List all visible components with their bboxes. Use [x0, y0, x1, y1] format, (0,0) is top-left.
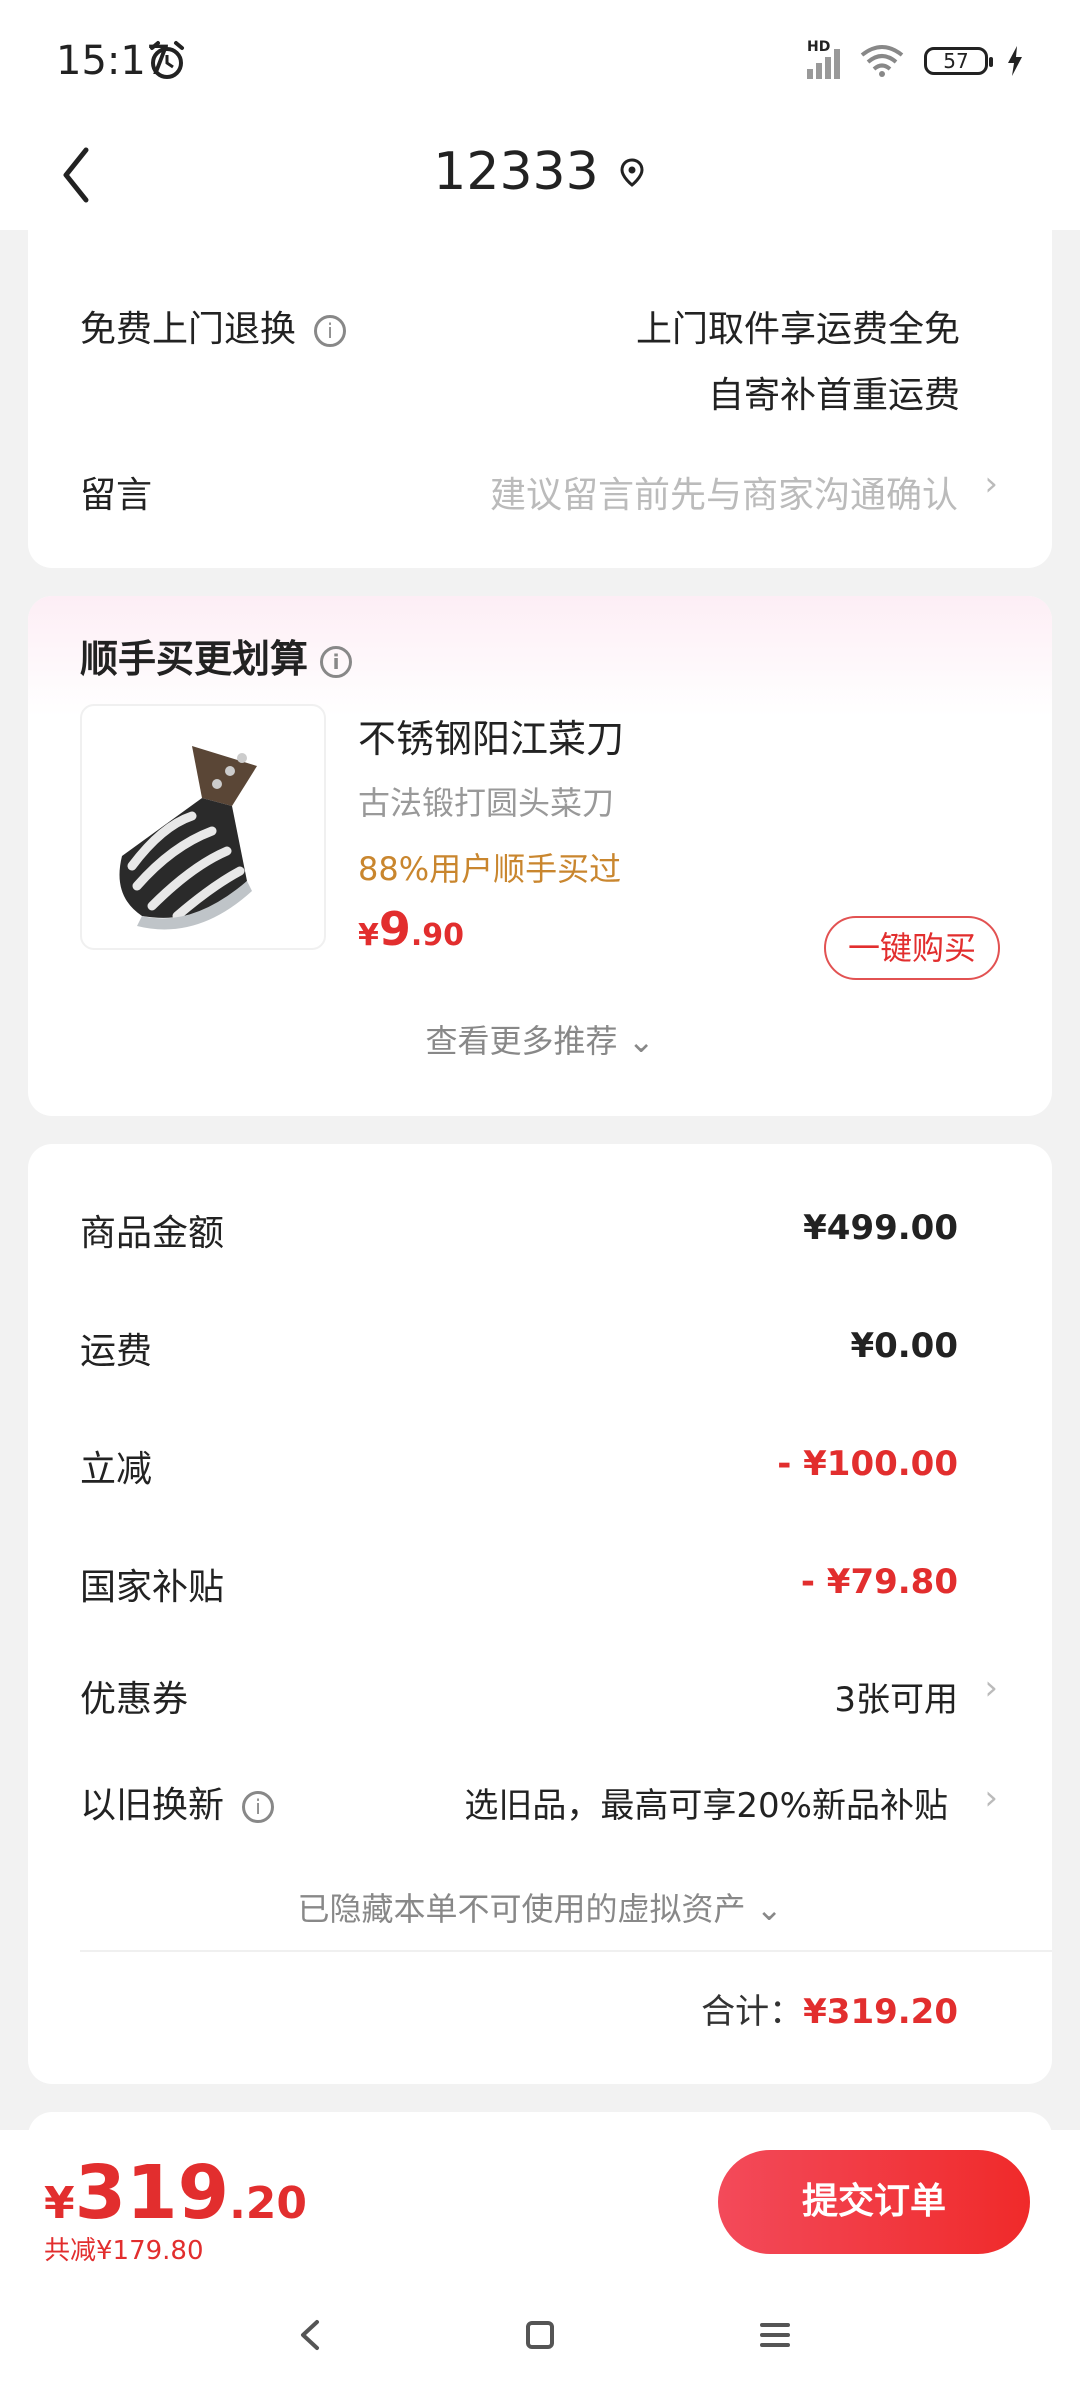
more-label: 查看更多推荐: [425, 1022, 618, 1060]
chevron-right-icon: ›: [984, 464, 998, 504]
total-value: ¥319.20: [803, 1992, 958, 2032]
total-currency: ¥: [44, 2178, 75, 2229]
discount-value: - ¥100.00: [777, 1444, 958, 1484]
chevron-down-icon: ⌄: [755, 1890, 783, 1928]
price-int: 9: [378, 902, 411, 956]
status-icons: HD 57: [807, 39, 1024, 82]
return-desc-line2: 自寄补首重运费: [707, 375, 960, 416]
addon-title: 顺手买更划算 i: [80, 628, 353, 683]
system-nav-bar: [0, 2270, 1080, 2400]
discount-label: 立减: [80, 1449, 153, 1490]
goods-amount-value: ¥499.00: [803, 1208, 958, 1248]
system-back-icon[interactable]: [285, 2310, 335, 2360]
coupon-label: 优惠券: [80, 1679, 189, 1720]
service-card: 免费上门退换 i 上门取件享运费全免 自寄补首重运费 留言 建议留言前先与商家沟通…: [28, 230, 1052, 568]
location-icon[interactable]: [617, 157, 647, 187]
product-name[interactable]: 不锈钢阳江菜刀: [358, 708, 624, 763]
info-icon[interactable]: i: [242, 1791, 275, 1823]
product-image[interactable]: [80, 704, 326, 950]
more-recommendations[interactable]: 查看更多推荐 ⌄: [28, 1016, 1052, 1062]
one-click-buy-button[interactable]: 一键购买: [824, 916, 1000, 980]
coupon-value[interactable]: 3张可用: [834, 1672, 958, 1721]
battery-level: 57: [943, 49, 969, 73]
subtotal: 合计：¥319.20: [701, 1984, 958, 2033]
total-label: 合计：: [701, 1992, 804, 2032]
submit-order-button[interactable]: 提交订单: [718, 2150, 1030, 2254]
status-bar: 15:17 HD 57: [0, 0, 1080, 120]
system-menu-icon[interactable]: [750, 2310, 800, 2360]
tradein-value[interactable]: 选旧品，最高可享20%新品补贴: [464, 1778, 948, 1827]
nav-bar: 12333: [0, 120, 1080, 230]
total-price: ¥319.20: [44, 2150, 307, 2236]
chevron-right-icon: ›: [984, 1778, 998, 1818]
total-dec: .20: [229, 2178, 308, 2229]
network-type: HD: [807, 39, 831, 55]
system-home-icon[interactable]: [515, 2310, 565, 2360]
return-label: 免费上门退换: [80, 309, 297, 350]
return-desc: 上门取件享运费全免 自寄补首重运费: [636, 300, 960, 418]
chevron-right-icon: ›: [984, 1668, 998, 1708]
battery-icon: 57: [924, 47, 993, 75]
return-row[interactable]: 免费上门退换 i: [80, 300, 347, 352]
price-currency: ¥: [358, 918, 379, 953]
total-saved: 共减¥179.80: [44, 2236, 204, 2266]
hidden-note-text: 已隐藏本单不可使用的虚拟资产: [297, 1890, 746, 1928]
return-desc-line1: 上门取件享运费全免: [635, 309, 960, 350]
divider: [80, 1950, 1052, 1952]
addon-title-text: 顺手买更划算: [80, 637, 309, 681]
amount-card: 商品金额 ¥499.00 运费 ¥0.00 立减 - ¥100.00 国家补贴 …: [28, 1144, 1052, 2084]
buy-rate: 88%用户顺手买过: [358, 850, 622, 888]
goods-amount-label: 商品金额: [80, 1213, 225, 1254]
info-icon[interactable]: i: [320, 645, 353, 678]
tradein-row[interactable]: 以旧换新 i: [80, 1776, 275, 1828]
wifi-icon: [860, 45, 904, 77]
price-dec: .90: [410, 918, 465, 953]
tradein-label: 以旧换新: [80, 1785, 225, 1826]
hidden-assets-toggle[interactable]: 已隐藏本单不可使用的虚拟资产 ⌄: [28, 1884, 1052, 1930]
product-price: ¥9.90: [358, 902, 464, 956]
message-input[interactable]: 建议留言前先与商家沟通确认: [490, 466, 958, 518]
message-label: 留言: [80, 475, 153, 516]
bottom-bar: ¥319.20 共减¥179.80 提交订单: [0, 2130, 1080, 2270]
signal-icon: HD: [807, 39, 840, 79]
charging-icon: [1008, 46, 1022, 76]
chevron-down-icon: ⌄: [627, 1022, 655, 1060]
total-int: 319: [74, 2150, 230, 2236]
info-icon[interactable]: i: [314, 315, 347, 347]
alarm-icon: [150, 41, 184, 79]
subsidy-label: 国家补贴: [80, 1567, 225, 1608]
title-text: 12333: [433, 142, 599, 202]
cleaver-knife-image: [119, 746, 257, 930]
shipping-value: ¥0.00: [850, 1326, 958, 1366]
subsidy-value: - ¥79.80: [800, 1562, 958, 1602]
product-subtitle: 古法锻打圆头菜刀: [358, 784, 615, 822]
addon-card: 顺手买更划算 i 不锈钢阳江菜刀 古法锻打圆头菜刀 88%用户顺手买过 ¥9.90…: [28, 596, 1052, 1116]
shipping-label: 运费: [80, 1331, 153, 1372]
page-title: 12333: [0, 142, 1080, 202]
